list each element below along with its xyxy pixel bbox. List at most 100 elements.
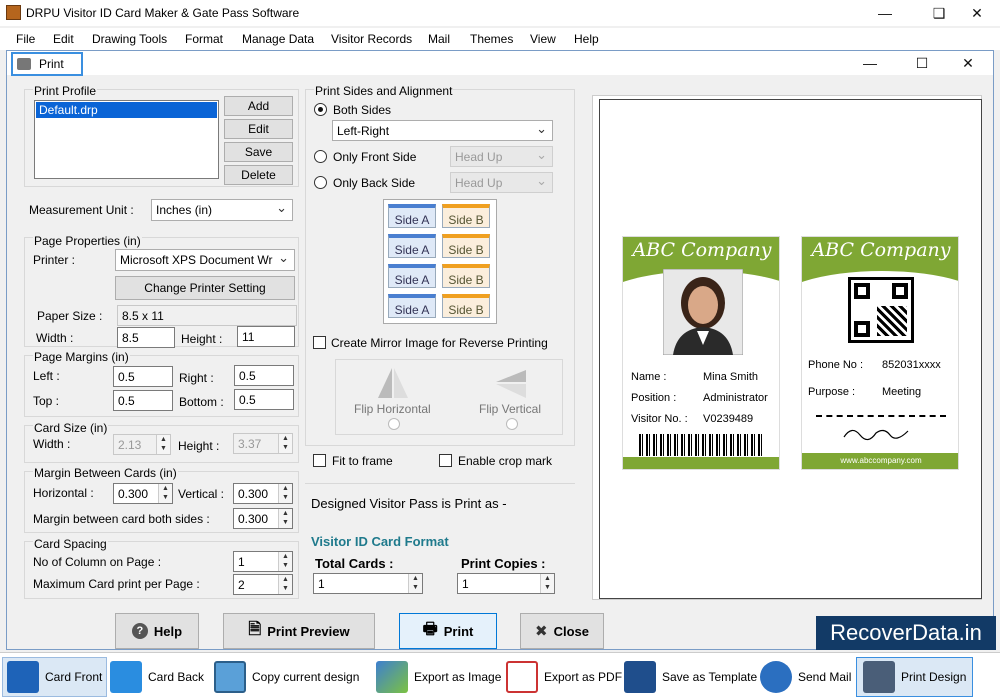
printer-select[interactable]: Microsoft XPS Document Wr (115, 249, 295, 271)
menu-visitor-records[interactable]: Visitor Records (331, 32, 412, 46)
save-template-tool[interactable]: Save as Template (624, 657, 757, 697)
help-button[interactable]: ? Help (115, 613, 199, 649)
menu-manage-data[interactable]: Manage Data (242, 32, 314, 46)
columns-spinner[interactable]: 1 ▲ ▼ (233, 551, 293, 572)
flip-horizontal-radio (388, 418, 400, 430)
flip-horizontal-icon (378, 368, 408, 398)
copy-design-icon (214, 661, 246, 693)
menu-view[interactable]: View (530, 32, 556, 46)
max-cards-spinner[interactable]: 2 ▲ ▼ (233, 574, 293, 595)
both-sides-margin-spinner[interactable]: 0.300 ▲ ▼ (233, 508, 293, 529)
spinner-arrows-icon[interactable]: ▲ ▼ (158, 484, 172, 503)
menu-edit[interactable]: Edit (53, 32, 74, 46)
total-cards-spinner[interactable]: 1 ▲ ▼ (313, 573, 423, 594)
spinner-arrows-icon: ▲ ▼ (156, 435, 170, 454)
front-align-select: Head Up (450, 146, 553, 167)
menu-file[interactable]: File (16, 32, 35, 46)
export-pdf-tool[interactable]: Export as PDF (506, 657, 622, 697)
position-value: Administrator (703, 392, 768, 404)
card-height-value: 3.37 (238, 437, 262, 451)
page-margins-legend: Page Margins (in) (33, 350, 130, 364)
flip-vertical-label: Flip Vertical (479, 402, 542, 416)
bottom-margin-label: Bottom : (179, 395, 224, 409)
crop-mark-checkbox[interactable] (439, 454, 452, 467)
add-button[interactable]: Add (224, 96, 293, 116)
export-image-label: Export as Image (414, 670, 502, 684)
front-side-label: Only Front Side (333, 150, 417, 164)
dialog-minimize-icon[interactable]: — (847, 50, 893, 76)
change-printer-button[interactable]: Change Printer Setting (115, 276, 295, 300)
app-titlebar: DRPU Visitor ID Card Maker & Gate Pass S… (0, 0, 1000, 26)
minimize-icon[interactable]: — (862, 0, 908, 26)
max-cards-label: Maximum Card print per Page : (33, 577, 200, 591)
spinner-arrows-icon[interactable]: ▲ ▼ (540, 574, 554, 593)
card-front-tool[interactable]: Card Front (2, 657, 108, 697)
menu-themes[interactable]: Themes (470, 32, 513, 46)
card-height-spinner: 3.37 ▲ ▼ (233, 433, 293, 454)
close-button[interactable]: ✖ Close (520, 613, 604, 649)
horizontal-spinner[interactable]: 0.300 ▲ ▼ (113, 483, 173, 504)
menu-mail[interactable]: Mail (428, 32, 450, 46)
measurement-select[interactable]: Inches (in) (151, 199, 293, 221)
preview-page: ABC Company Name : Mina Smith Position :… (599, 99, 982, 599)
menu-format[interactable]: Format (185, 32, 223, 46)
menu-help[interactable]: Help (574, 32, 599, 46)
spinner-arrows-icon[interactable]: ▲ ▼ (278, 575, 292, 594)
print-preview-area: ABC Company Name : Mina Smith Position :… (592, 95, 982, 600)
close-x-icon: ✖ (535, 623, 548, 640)
close-icon[interactable]: ✕ (954, 0, 1000, 26)
front-side-radio[interactable] (314, 150, 327, 163)
dialog-maximize-icon[interactable]: ☐ (899, 50, 945, 76)
top-margin-field[interactable]: 0.5 (113, 390, 173, 411)
list-item[interactable]: Default.drp (36, 102, 217, 118)
both-sides-label: Both Sides (333, 103, 392, 117)
dialog-close-icon[interactable]: ✕ (945, 50, 991, 76)
columns-label: No of Column on Page : (33, 555, 162, 569)
send-mail-label: Send Mail (798, 670, 852, 684)
spinner-arrows-icon[interactable]: ▲ ▼ (278, 484, 292, 503)
card-back-tool[interactable]: Card Back (110, 657, 204, 697)
qr-code (848, 277, 914, 343)
barcode (639, 434, 765, 456)
purpose-label: Purpose : (808, 386, 856, 398)
both-sides-radio[interactable] (314, 103, 327, 116)
bottom-margin-field[interactable]: 0.5 (234, 389, 294, 410)
help-label: Help (153, 623, 183, 639)
page-width-field[interactable]: 8.5 (117, 327, 175, 348)
print-label: Print (443, 623, 474, 639)
delete-button[interactable]: Delete (224, 165, 293, 185)
send-mail-icon (760, 661, 792, 693)
send-mail-tool[interactable]: Send Mail (760, 657, 851, 697)
save-button[interactable]: Save (224, 142, 293, 162)
printer-label: Printer : (33, 253, 76, 267)
edit-button[interactable]: Edit (224, 119, 293, 139)
vertical-spinner[interactable]: 0.300 ▲ ▼ (233, 483, 293, 504)
total-cards-value: 1 (318, 577, 325, 591)
print-preview-button[interactable]: 🗎 Print Preview (223, 613, 375, 649)
both-sides-align-select[interactable]: Left-Right (332, 120, 553, 141)
print-button[interactable]: 🖶 Print (399, 613, 497, 649)
print-copies-label: Print Copies : (461, 556, 546, 571)
dialog-titlebar: Print — ☐ ✕ (7, 50, 993, 76)
fit-to-frame-checkbox[interactable] (313, 454, 326, 467)
menu-drawing-tools[interactable]: Drawing Tools (92, 32, 167, 46)
right-margin-field[interactable]: 0.5 (234, 365, 294, 386)
profile-list[interactable]: Default.drp (34, 100, 219, 179)
spinner-arrows-icon[interactable]: ▲ ▼ (278, 509, 292, 528)
name-label: Name : (631, 371, 667, 383)
copy-design-tool[interactable]: Copy current design (214, 657, 359, 697)
export-image-tool[interactable]: Export as Image (376, 657, 501, 697)
mirror-checkbox[interactable] (313, 336, 326, 349)
spinner-arrows-icon[interactable]: ▲ ▼ (408, 574, 422, 593)
print-design-tool[interactable]: Print Design (856, 657, 974, 697)
page-height-field[interactable]: 11 (237, 326, 295, 347)
back-side-radio[interactable] (314, 176, 327, 189)
print-design-label: Print Design (901, 670, 967, 684)
print-copies-spinner[interactable]: 1 ▲ ▼ (457, 573, 555, 594)
spinner-arrows-icon[interactable]: ▲ ▼ (278, 552, 292, 571)
card-size-legend: Card Size (in) (33, 421, 109, 435)
name-value: Mina Smith (703, 371, 759, 383)
card-front-preview: ABC Company Name : Mina Smith Position :… (622, 236, 780, 470)
left-margin-field[interactable]: 0.5 (113, 366, 173, 387)
back-align-select: Head Up (450, 172, 553, 193)
